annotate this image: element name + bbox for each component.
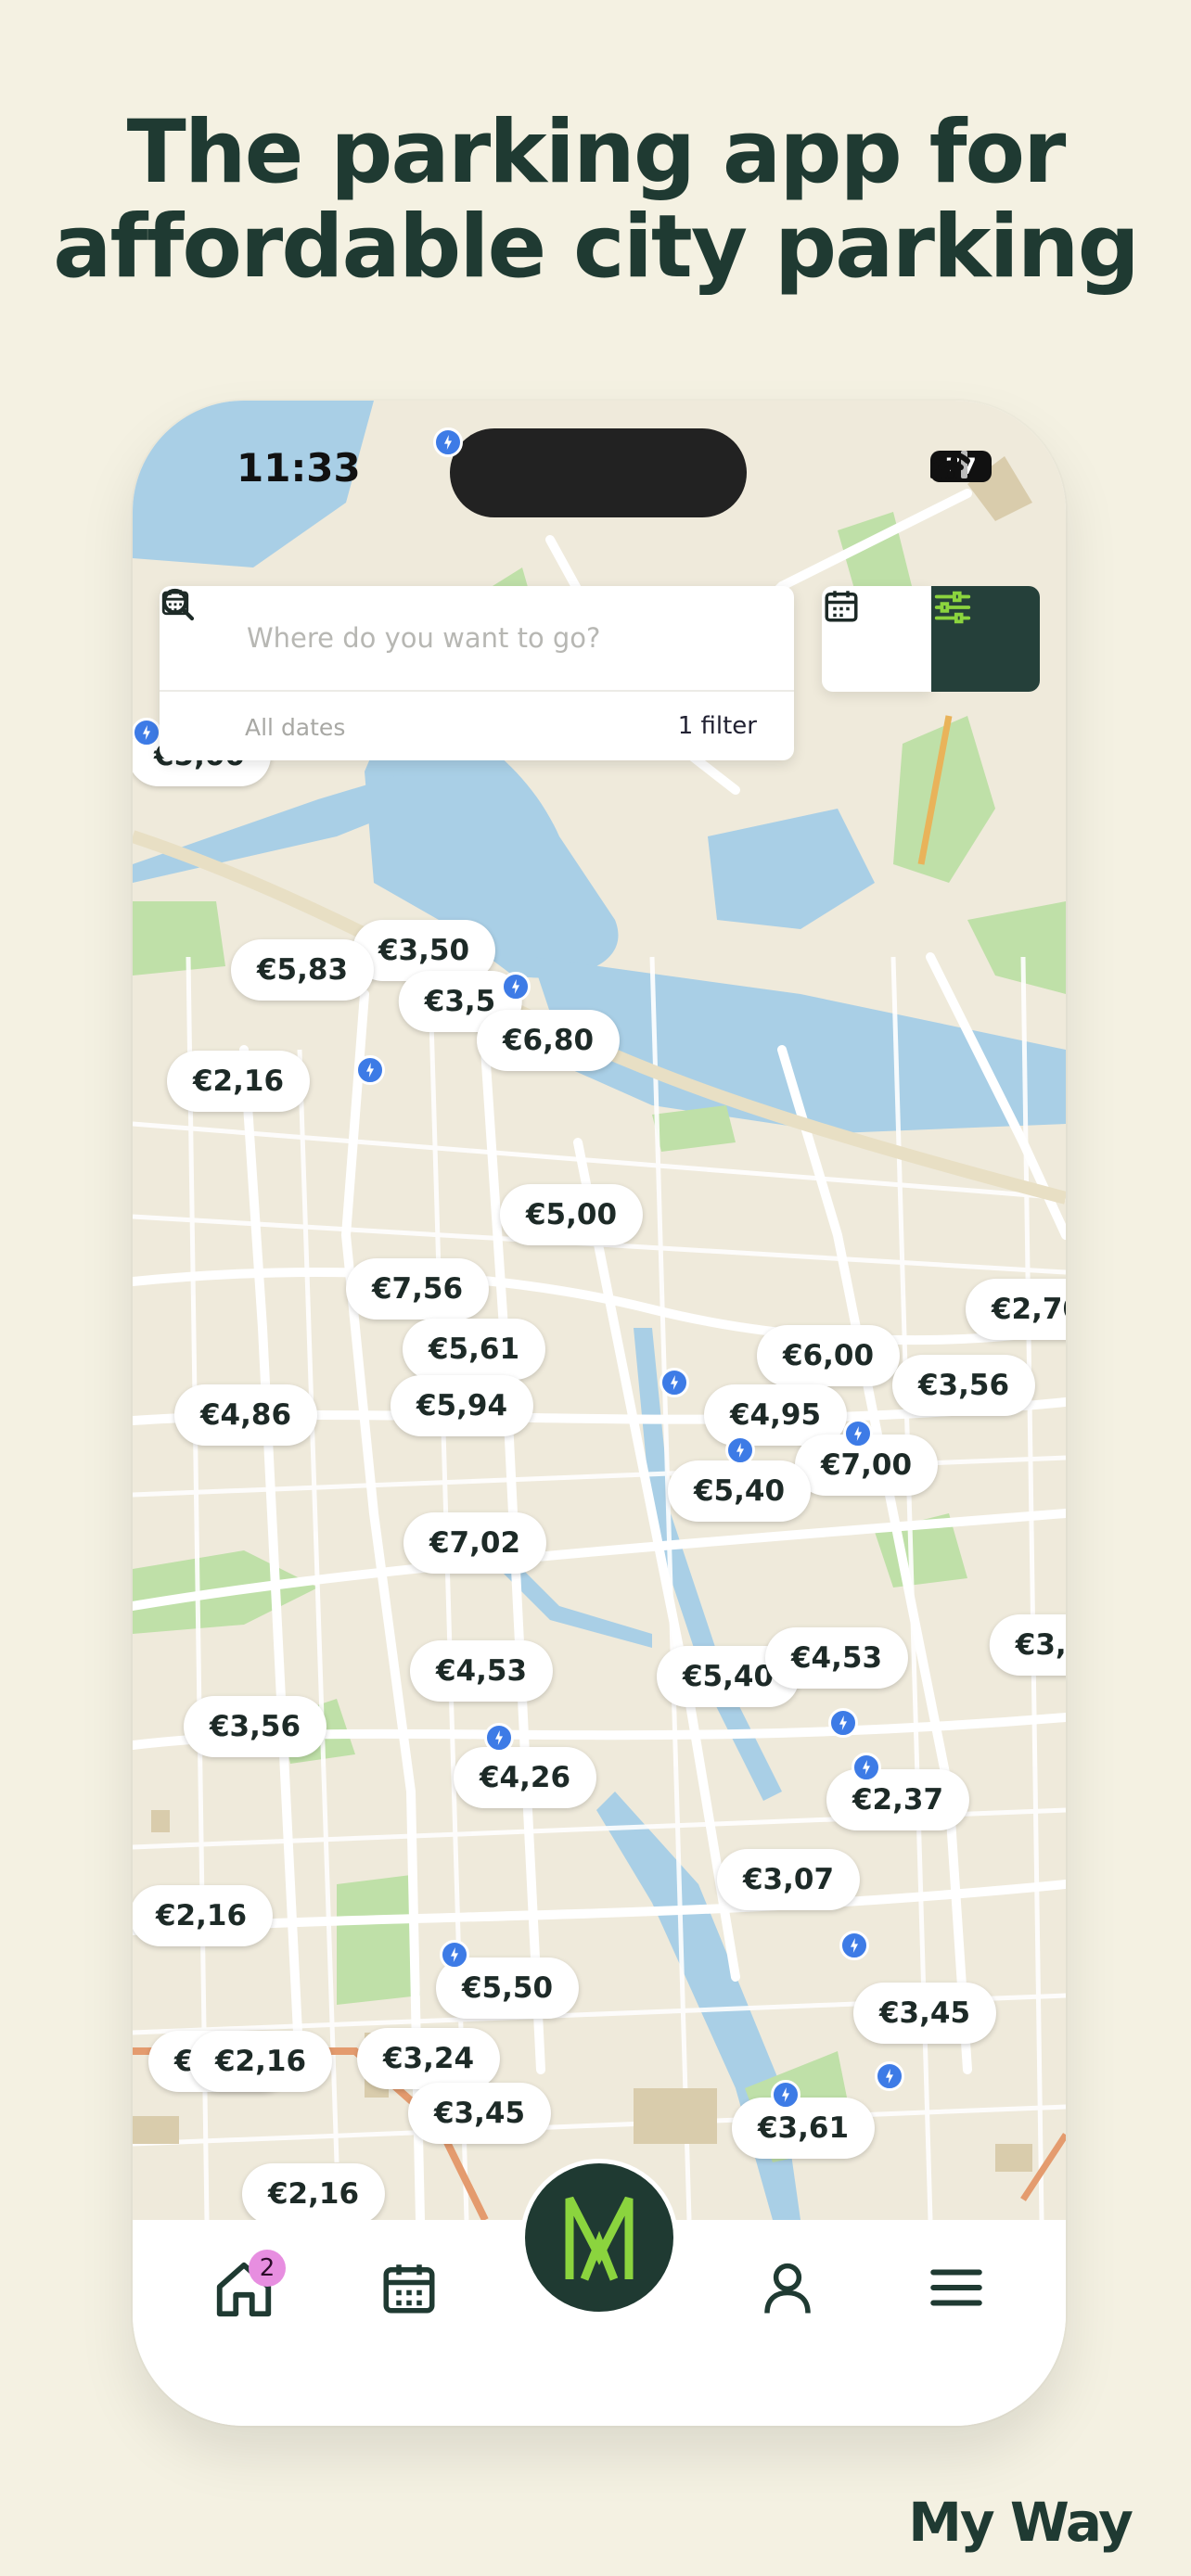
nav-bookings[interactable] [378,2257,440,2322]
sliders-icon [934,591,971,624]
price-pin[interactable]: €3,0 [989,1614,1066,1676]
nav-menu[interactable] [924,2257,989,2322]
price-pin[interactable]: €5,00 [499,1184,644,1245]
nav-home[interactable]: 2 [211,2250,286,2326]
price-pin[interactable]: €5,94 [390,1375,534,1436]
price-pin[interactable]: €3,56 [891,1355,1036,1416]
ev-charging-icon [725,1435,755,1465]
nav-profile[interactable] [757,2257,818,2322]
price-pin[interactable]: €2,70 [965,1279,1066,1340]
price-pin[interactable]: €5,40 [667,1460,812,1522]
price-pin[interactable]: €7,56 [345,1258,490,1320]
calendar-small-icon [161,590,189,616]
price-pin[interactable]: €2,16 [241,2163,386,2220]
calendar-nav-icon [383,2264,435,2314]
wifi-icon [931,451,970,478]
ev-charging-icon [501,972,531,1001]
brand-m-icon [565,2196,634,2281]
ev-charging-icon [875,2061,904,2091]
headline-line-1: The parking app for [126,102,1067,203]
ev-charging-icon [771,2080,800,2110]
ev-charging-icon [433,427,463,457]
ev-charging-icon [133,718,161,747]
price-pin[interactable]: €6,80 [476,1010,621,1071]
price-pin[interactable]: €4,53 [409,1640,554,1702]
status-icons: 77 [930,451,992,482]
price-pin[interactable]: €2,37 [826,1769,970,1830]
price-pin[interactable]: €2,16 [133,1885,274,1946]
search-input[interactable] [245,616,768,660]
price-pin[interactable]: €5,61 [402,1319,546,1380]
filter-count[interactable]: 1 filter [678,712,757,740]
price-pin[interactable]: €2,16 [188,2031,333,2092]
price-pin[interactable]: €4,86 [173,1384,318,1446]
brand-mark [525,2163,673,2312]
map-view[interactable]: 11:33 77 €5,00€3,50€5,83€3,5€6,80€2,16€5… [133,401,1066,2220]
phone-frame: 11:33 77 €5,00€3,50€5,83€3,5€6,80€2,16€5… [133,401,1066,2426]
menu-icon [930,2269,982,2306]
home-badge: 2 [249,2250,286,2287]
calendar-icon [825,591,858,622]
ev-charging-icon [828,1708,858,1738]
price-pin[interactable]: €7,02 [403,1512,547,1574]
ev-charging-icon [355,1055,385,1085]
price-pin[interactable]: €3,07 [716,1849,861,1910]
calendar-button[interactable] [822,586,931,692]
price-pin[interactable]: €3,61 [731,2098,876,2159]
price-pin[interactable]: €3,45 [852,1983,997,2044]
price-pin[interactable]: €4,53 [764,1627,909,1689]
ev-charging-icon [852,1753,881,1782]
search-card: All dates 1 filter [160,586,794,760]
location-arrow-icon [136,404,160,428]
dates-selector[interactable]: All dates [245,714,345,741]
user-icon [764,2263,811,2314]
ev-charging-icon [440,1940,469,1970]
price-pin[interactable]: €2,16 [166,1051,311,1112]
price-pin[interactable]: €3,56 [183,1696,327,1757]
ev-charging-icon [843,1419,873,1448]
filter-button[interactable] [931,586,1040,692]
headline-line-2: affordable city parking [53,197,1140,298]
price-pin[interactable]: €6,00 [756,1325,901,1386]
price-pin[interactable]: €4,26 [453,1747,597,1808]
price-pin[interactable]: €3,45 [407,2083,552,2144]
price-pin[interactable]: €5,83 [230,939,375,1001]
ev-charging-icon [484,1723,514,1753]
dynamic-island [450,428,747,517]
ev-charging-icon [660,1368,689,1397]
ev-charging-icon [839,1931,869,1960]
status-time: 11:33 [237,445,361,491]
brand-logo: My Way [908,2491,1133,2554]
price-pin[interactable]: €3,24 [356,2028,501,2089]
center-brand-button[interactable] [520,2159,678,2316]
search-row [160,586,794,692]
